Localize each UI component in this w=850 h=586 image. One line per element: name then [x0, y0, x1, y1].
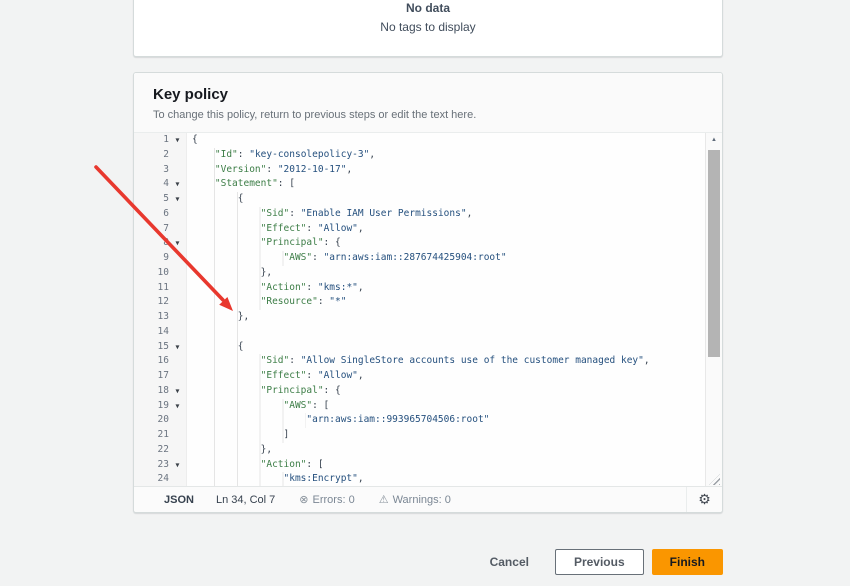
gutter-cell: 13: [134, 310, 187, 325]
fold-spacer: [169, 472, 186, 487]
fold-icon[interactable]: ▼: [169, 399, 186, 414]
fold-icon[interactable]: ▼: [169, 384, 186, 399]
line-number: 13: [134, 310, 169, 325]
fold-icon[interactable]: ▼: [169, 340, 186, 355]
fold-icon[interactable]: ▼: [169, 236, 186, 251]
line-number: 1: [134, 133, 169, 148]
cancel-button[interactable]: Cancel: [480, 549, 539, 575]
fold-spacer: [169, 148, 186, 163]
gutter-cell: 9: [134, 251, 187, 266]
key-policy-card: Key policy To change this policy, return…: [133, 72, 723, 513]
line-number: 6: [134, 207, 169, 222]
line-number: 23: [134, 458, 169, 473]
gutter-cell: 20: [134, 413, 187, 428]
fold-spacer: [169, 207, 186, 222]
tags-card: No data No tags to display: [133, 0, 723, 57]
gutter-cell: 24: [134, 472, 187, 487]
scrollbar-thumb[interactable]: [708, 150, 720, 357]
finish-button[interactable]: Finish: [652, 549, 723, 575]
gutter-cell: 3: [134, 163, 187, 178]
editor-scrollbar[interactable]: ▲: [705, 133, 722, 488]
line-number: 10: [134, 266, 169, 281]
key-policy-header: Key policy To change this policy, return…: [134, 73, 722, 133]
fold-spacer: [169, 369, 186, 384]
line-number: 16: [134, 354, 169, 369]
fold-spacer: [169, 325, 186, 340]
line-number: 21: [134, 428, 169, 443]
fold-spacer: [169, 295, 186, 310]
wizard-footer: Cancel Previous Finish: [133, 548, 723, 575]
fold-spacer: [169, 354, 186, 369]
line-number: 18: [134, 384, 169, 399]
line-number: 19: [134, 399, 169, 414]
gutter-cell: 23▼: [134, 458, 187, 473]
line-number: 24: [134, 472, 169, 487]
gutter-cell: 21: [134, 428, 187, 443]
gutter-cell: 8▼: [134, 236, 187, 251]
gutter-cell: 11: [134, 281, 187, 296]
gutter-cell: 18▼: [134, 384, 187, 399]
line-number: 11: [134, 281, 169, 296]
gutter-cell: 15▼: [134, 340, 187, 355]
fold-spacer: [169, 428, 186, 443]
fold-spacer: [169, 222, 186, 237]
errors-count-label: Errors: 0: [313, 494, 355, 506]
line-number: 8: [134, 236, 169, 251]
gutter-cell: 14: [134, 325, 187, 340]
fold-icon[interactable]: ▼: [169, 192, 186, 207]
fold-spacer: [169, 266, 186, 281]
line-number: 15: [134, 340, 169, 355]
gutter-cell: 19▼: [134, 399, 187, 414]
editor-statusbar: JSON Ln 34, Col 7 ⊗ Errors: 0 ⚠ Warnings…: [134, 486, 722, 512]
no-data-text: No data: [134, 1, 722, 15]
errors-status: ⊗ Errors: 0: [299, 493, 354, 506]
line-number: 3: [134, 163, 169, 178]
gutter-cell: 22: [134, 443, 187, 458]
fold-spacer: [169, 443, 186, 458]
line-number: 17: [134, 369, 169, 384]
editor-language-label: JSON: [164, 494, 194, 506]
policy-json-editor: 1▼{2"Id": "key-consolepolicy-3",3"Versio…: [134, 133, 722, 488]
gutter-cell: 16: [134, 354, 187, 369]
key-policy-subtitle: To change this policy, return to previou…: [153, 109, 703, 121]
warnings-status: ⚠ Warnings: 0: [379, 493, 451, 506]
line-number: 22: [134, 443, 169, 458]
fold-icon[interactable]: ▼: [169, 458, 186, 473]
line-number: 9: [134, 251, 169, 266]
gutter-cell: 6: [134, 207, 187, 222]
gear-icon: ⚙: [698, 491, 711, 508]
fold-icon[interactable]: ▼: [169, 133, 186, 148]
fold-spacer: [169, 413, 186, 428]
warning-icon: ⚠: [379, 493, 389, 506]
cursor-position-label: Ln 34, Col 7: [216, 494, 275, 506]
line-number: 7: [134, 222, 169, 237]
warnings-count-label: Warnings: 0: [393, 494, 451, 506]
line-number: 2: [134, 148, 169, 163]
line-number: 4: [134, 177, 169, 192]
gutter-cell: 7: [134, 222, 187, 237]
line-number: 5: [134, 192, 169, 207]
gutter-cell: 17: [134, 369, 187, 384]
fold-spacer: [169, 163, 186, 178]
line-number: 12: [134, 295, 169, 310]
gutter-cell: 10: [134, 266, 187, 281]
fold-spacer: [169, 281, 186, 296]
gutter-cell: 1▼: [134, 133, 187, 148]
gutter-cell: 4▼: [134, 177, 187, 192]
gutter-cell: 12: [134, 295, 187, 310]
no-tags-text: No tags to display: [134, 20, 722, 34]
policy-editor-textarea[interactable]: [188, 133, 706, 488]
line-number: 20: [134, 413, 169, 428]
gutter-cell: 5▼: [134, 192, 187, 207]
line-number: 14: [134, 325, 169, 340]
gutter-cell: 2: [134, 148, 187, 163]
fold-spacer: [169, 251, 186, 266]
previous-button[interactable]: Previous: [555, 549, 644, 575]
editor-settings-button[interactable]: ⚙: [686, 487, 722, 512]
fold-spacer: [169, 310, 186, 325]
page-title: Key policy: [153, 86, 703, 103]
error-icon: ⊗: [299, 493, 308, 506]
fold-icon[interactable]: ▼: [169, 177, 186, 192]
scroll-up-icon[interactable]: ▲: [706, 137, 722, 143]
